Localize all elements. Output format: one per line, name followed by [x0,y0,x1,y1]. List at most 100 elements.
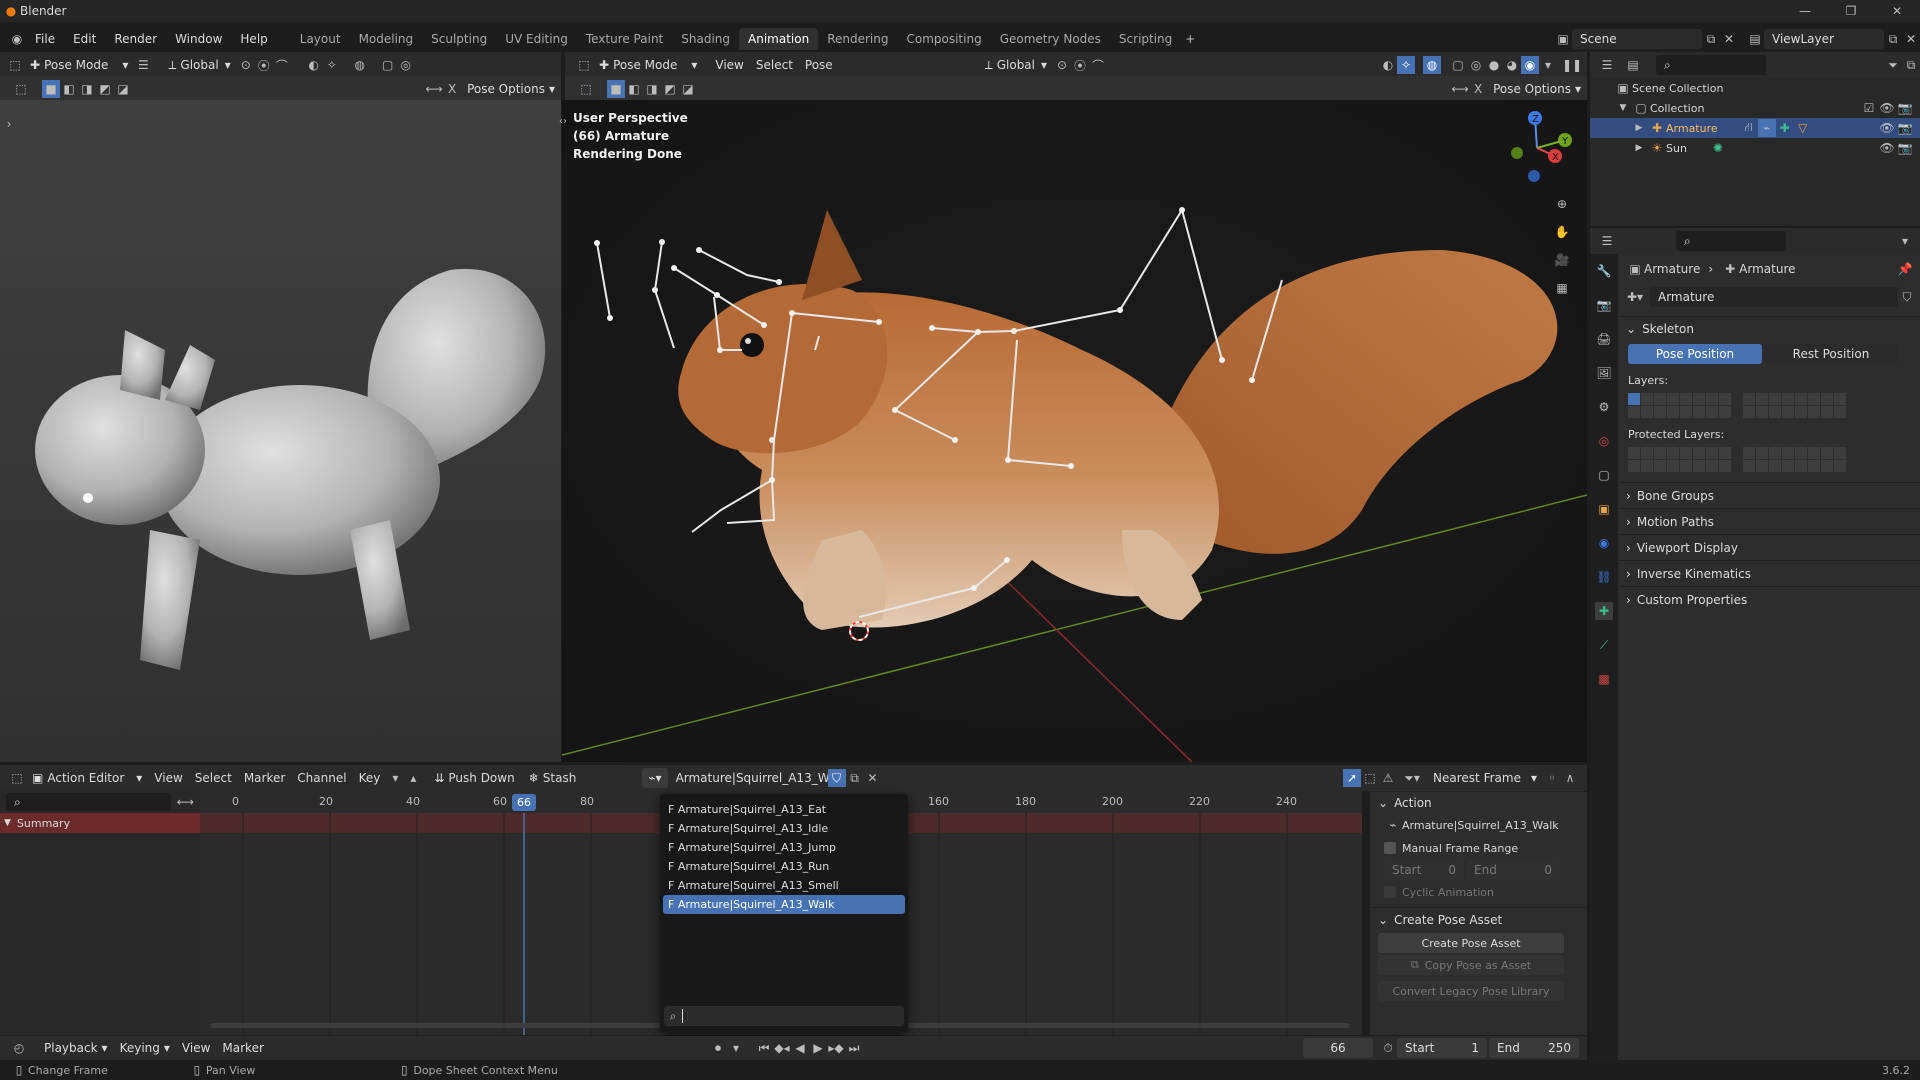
record-icon[interactable]: ⏺ [709,1039,727,1057]
push-down-button[interactable]: ⇊ Push Down [428,768,521,788]
scene-field[interactable]: Scene [1572,29,1702,49]
pose-options-button[interactable]: Pose Options ▾ [1487,79,1587,99]
chevron-down-icon[interactable]: ▾ [1896,232,1914,250]
menu-window[interactable]: Window [166,32,231,46]
editor-type-icon[interactable]: ◴ [10,1039,28,1057]
layers-grid[interactable] [1618,393,1920,418]
overlay-icon[interactable]: ◍ [1423,56,1441,74]
output-tab-icon[interactable]: 🖨 [1595,330,1613,348]
start-frame-field[interactable]: Start 0 [1384,860,1464,880]
panel-custom-properties[interactable]: › Custom Properties [1618,586,1920,612]
unlink-action-icon[interactable]: ✕ [864,769,882,787]
action-list-item[interactable]: F Armature|Squirrel_A13_Smell [663,876,905,895]
duplicate-action-icon[interactable]: ⧉ [846,769,864,787]
armature-data-tab-icon[interactable]: ✚ [1595,602,1613,620]
keying-options-icon[interactable]: ▾ [727,1039,745,1057]
eye-icon[interactable]: 👁 [1878,119,1896,137]
jump-start-icon[interactable]: ⏮ [755,1039,773,1057]
gizmo-icon[interactable]: ✧ [1397,56,1415,74]
select-subtract-icon[interactable]: ◨ [643,80,661,98]
only-errors-icon[interactable]: ⚠ [1379,769,1397,787]
bone-tab-icon[interactable]: ⟋ [1595,636,1613,654]
add-workspace-icon[interactable]: + [1181,30,1199,48]
select-invert-icon[interactable]: ◩ [661,80,679,98]
channel-search-input[interactable]: ⌕ [6,793,171,811]
menu-select[interactable]: Select [750,55,799,75]
new-collection-icon[interactable]: ⧉ [1902,56,1920,74]
remove-view-layer-icon[interactable]: ✕ [1902,30,1920,48]
eye-icon[interactable]: 👁 [1878,139,1896,157]
properties-search-input[interactable]: ⌕ [1676,231,1786,251]
tab-compositing[interactable]: Compositing [897,28,990,50]
texture-tab-icon[interactable]: ▩ [1595,670,1613,688]
manual-frame-range-checkbox[interactable]: Manual Frame Range [1370,837,1587,859]
eye-icon[interactable]: 👁 [1878,99,1896,117]
transform-orientation-select[interactable]: ⟂ Global ▾ [979,55,1053,75]
tab-sculpting[interactable]: Sculpting [422,28,496,50]
select-invert-icon[interactable]: ◩ [96,80,114,98]
rest-position-button[interactable]: Rest Position [1764,344,1898,364]
proportional-icon[interactable]: ⌒ [273,56,291,74]
mirror-icon[interactable]: ⟷ [1451,80,1469,98]
editor-type-icon[interactable]: ☰ [1598,56,1616,74]
select-intersect-icon[interactable]: ◪ [679,80,697,98]
end-frame-field[interactable]: End 0 [1466,860,1560,880]
action-name-row[interactable]: ⌁ Armature|Squirrel_A13_Walk [1370,813,1587,837]
tab-scripting[interactable]: Scripting [1110,28,1181,50]
start-frame-field[interactable]: Start 1 [1397,1038,1487,1058]
end-frame-field[interactable]: End 250 [1489,1038,1579,1058]
wire-shading-icon[interactable]: ◎ [397,56,415,74]
menu-pose[interactable]: Pose [799,55,839,75]
filter-icon[interactable]: ⏷ [1884,56,1902,74]
tab-uv-editing[interactable]: UV Editing [496,28,577,50]
menu-marker[interactable]: Marker [238,768,291,788]
jump-end-icon[interactable]: ⏭ [845,1039,863,1057]
gizmo-icon[interactable]: ✧ [323,56,341,74]
editor-mode-select[interactable]: ▣ Action Editor ▾ [26,768,148,788]
proportional-icon[interactable]: ⌒ [1089,56,1107,74]
main-viewport[interactable]: User Perspective (66) Armature Rendering… [562,100,1587,762]
menu-view[interactable]: View [709,55,749,75]
armature-name-field[interactable]: Armature [1650,287,1898,307]
menu-marker[interactable]: Marker [216,1038,269,1058]
menu-key[interactable]: Key [353,768,387,788]
only-selected-icon[interactable]: ➚ [1343,769,1362,787]
summary-channel[interactable]: ▼ Summary [0,813,200,833]
next-keyframe-icon[interactable]: ▸◆ [827,1039,845,1057]
tab-rendering[interactable]: Rendering [818,28,897,50]
camera-icon[interactable]: 📷 [1896,119,1914,137]
action-panel-header[interactable]: ⌄ Action [1370,791,1587,813]
constraints-tab-icon[interactable]: ⛓ [1595,568,1613,586]
select-new-icon[interactable]: ■ [42,80,60,98]
close-icon[interactable]: ✕ [1874,2,1920,20]
camera-view-icon[interactable]: 🎥 [1553,251,1571,269]
action-list-item[interactable]: F Armature|Squirrel_A13_Eat [663,800,905,819]
expand-arrow-icon[interactable]: ▼ [4,818,11,828]
menu-select[interactable]: Select [189,768,238,788]
editor-type-icon[interactable]: ⬚ [6,56,24,74]
visibility-icon[interactable]: ◐ [305,56,323,74]
pose-options-button[interactable]: Pose Options ▾ [461,79,561,99]
view-layer-field[interactable]: ViewLayer [1764,29,1884,49]
fake-user-shield-icon[interactable]: ⛉ [827,769,846,787]
select-subtract-icon[interactable]: ◨ [78,80,96,98]
editor-type-icon[interactable]: ⬚ [8,769,26,787]
new-view-layer-icon[interactable]: ⧉ [1884,30,1902,48]
tab-modeling[interactable]: Modeling [350,28,423,50]
prev-keyframe-icon[interactable]: ◆◂ [773,1039,791,1057]
action-list-item[interactable]: F Armature|Squirrel_A13_Run [663,857,905,876]
snap-icon[interactable]: ⦿ [255,56,273,74]
pan-hand-icon[interactable]: ✋ [1553,223,1571,241]
tab-geometry-nodes[interactable]: Geometry Nodes [991,28,1110,50]
convert-legacy-pose-library-button[interactable]: Convert Legacy Pose Library [1378,981,1564,1001]
scene-tab-icon[interactable]: ⚙ [1595,398,1613,416]
new-scene-icon[interactable]: ⧉ [1702,30,1720,48]
action-list-item[interactable]: F Armature|Squirrel_A13_Jump [663,838,905,857]
action-browse-button[interactable]: ⌁▾ [642,768,668,788]
overlay-icon[interactable]: ◍ [351,56,369,74]
blender-menu-icon[interactable]: ◉ [8,30,26,48]
fake-user-icon[interactable]: ⛉ [1898,288,1916,306]
ortho-grid-icon[interactable]: ▦ [1553,279,1571,297]
copy-pose-as-asset-button[interactable]: ⧉ Copy Pose as Asset [1378,955,1564,975]
zoom-icon[interactable]: ⊕ [1553,195,1571,213]
